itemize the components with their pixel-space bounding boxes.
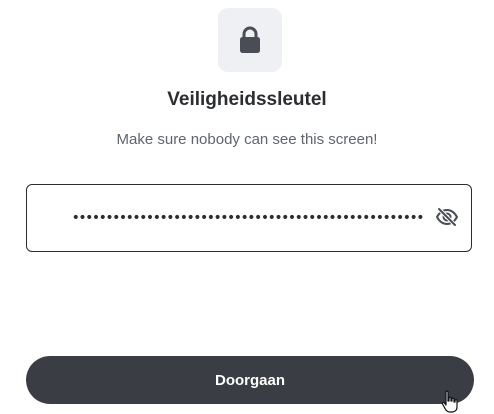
toggle-visibility-button[interactable]	[433, 204, 461, 232]
lock-icon	[237, 25, 263, 55]
security-key-field	[26, 184, 472, 252]
eye-slash-icon	[435, 205, 459, 232]
security-key-input[interactable]	[37, 185, 423, 251]
lock-tile	[218, 8, 282, 72]
security-key-screen: Veiligheidssleutel Make sure nobody can …	[0, 0, 494, 414]
page-subtitle: Make sure nobody can see this screen!	[116, 131, 378, 148]
continue-button[interactable]: Doorgaan	[26, 356, 474, 404]
page-title: Veiligheidssleutel	[167, 89, 327, 110]
